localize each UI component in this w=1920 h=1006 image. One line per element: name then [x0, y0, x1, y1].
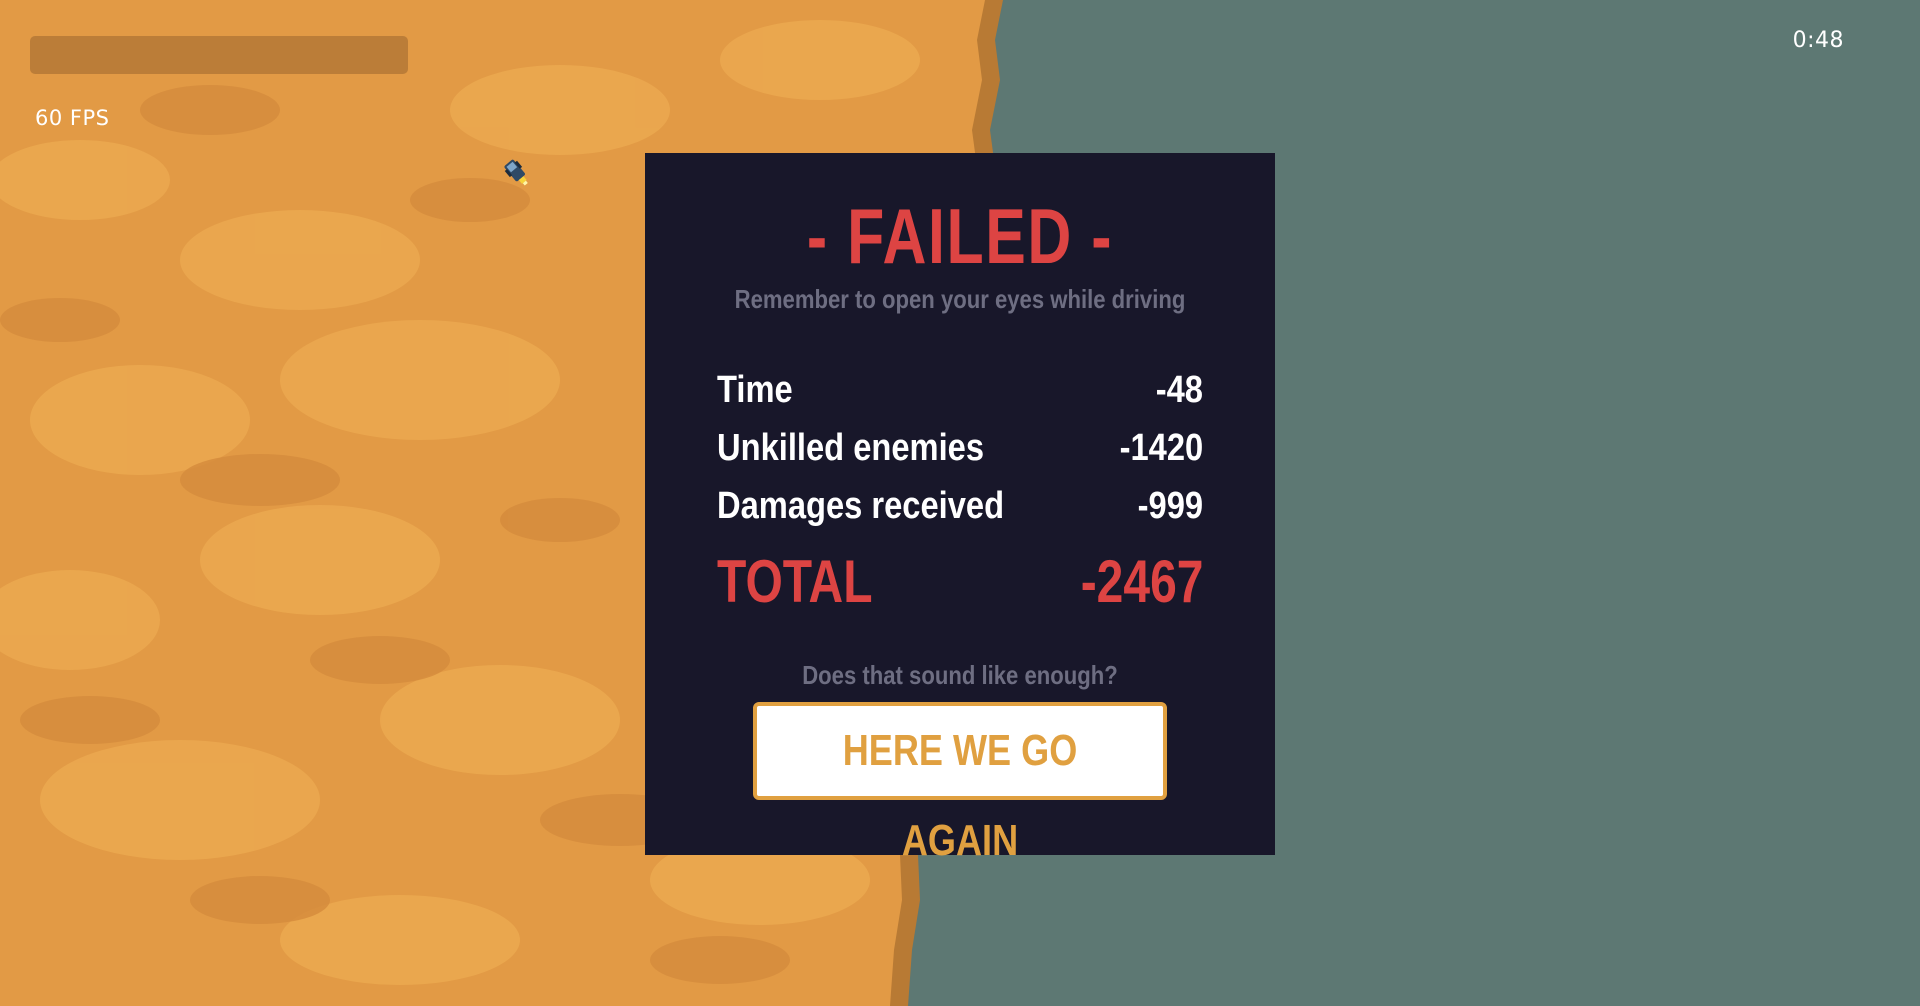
stat-label: Time — [717, 369, 793, 411]
retry-prompt: Does that sound like enough? — [802, 660, 1118, 690]
stat-value: -1420 — [1119, 427, 1203, 469]
health-bar — [30, 36, 408, 74]
stat-row-damages-received: Damages received -999 — [717, 479, 1203, 537]
stat-row-time: Time -48 — [717, 363, 1203, 421]
game-over-panel: - FAILED - Remember to open your eyes wh… — [645, 153, 1275, 865]
result-title: - FAILED - — [806, 192, 1114, 280]
stat-value: -48 — [1155, 369, 1203, 411]
total-score-row: TOTAL -2467 — [717, 537, 1203, 617]
stat-label: Damages received — [717, 485, 1005, 527]
score-breakdown: Time -48 Unkilled enemies -1420 Damages … — [717, 363, 1203, 617]
stat-label: Unkilled enemies — [717, 427, 985, 469]
game-viewport[interactable]: 60 FPS 0:48 - FAILED - Remember to open … — [0, 0, 1920, 1006]
total-value: -2467 — [1080, 548, 1203, 615]
result-subtitle: Remember to open your eyes while driving — [734, 284, 1186, 314]
game-timer: 0:48 — [1792, 28, 1844, 53]
stat-value: -999 — [1137, 485, 1203, 527]
fps-counter: 60 FPS — [35, 106, 110, 130]
total-label: TOTAL — [717, 548, 873, 615]
player-vehicle-icon — [504, 159, 528, 186]
retry-button-label: HERE WE GO AGAIN — [842, 726, 1078, 865]
stat-row-unkilled-enemies: Unkilled enemies -1420 — [717, 421, 1203, 479]
retry-button[interactable]: HERE WE GO AGAIN — [753, 702, 1167, 865]
